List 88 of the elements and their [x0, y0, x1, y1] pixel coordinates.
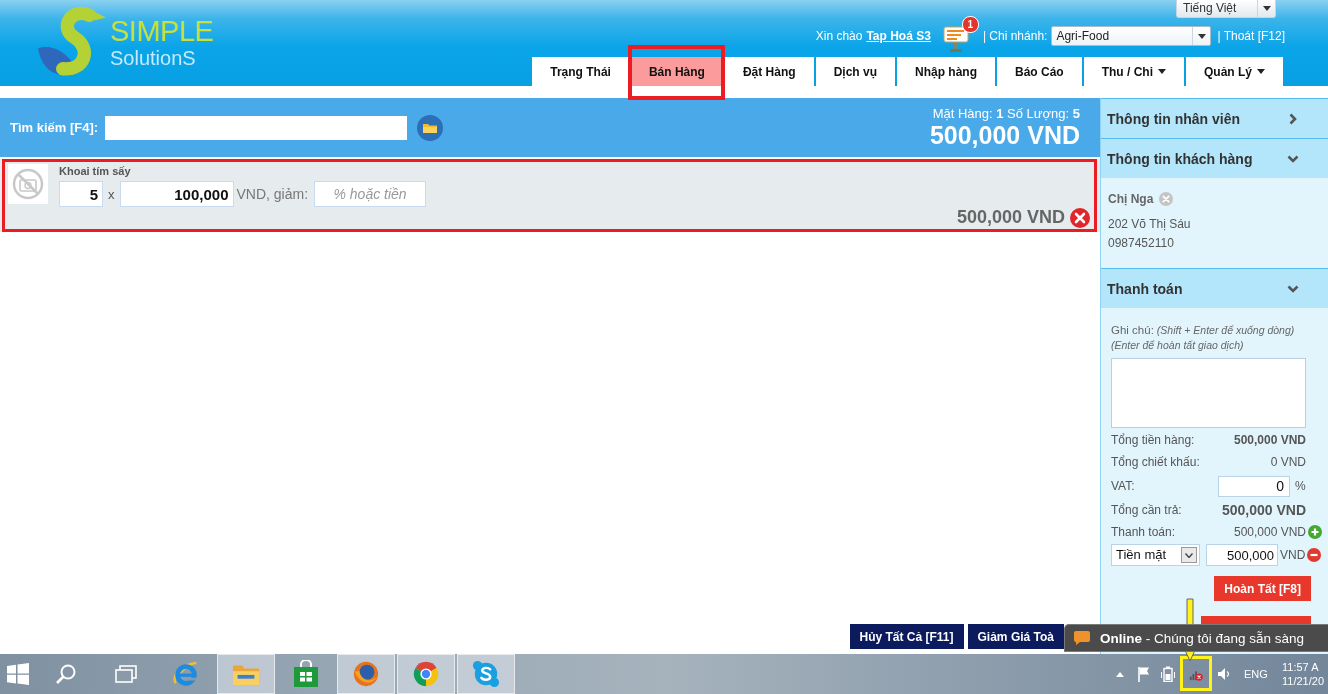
- logo-subtitle: SolutionS: [110, 46, 197, 69]
- flag-icon[interactable]: [1137, 666, 1151, 682]
- note-field[interactable]: [1111, 358, 1306, 428]
- summary-value: 500,000 VND: [1233, 433, 1306, 447]
- panel-title: Thông tin khách hàng: [1107, 150, 1253, 167]
- summary-label: Tổng cần trả:: [1111, 503, 1182, 517]
- complete-button[interactable]: Hoàn Tất [F8]: [1214, 576, 1311, 601]
- product-name: Khoai tím sấy: [59, 165, 131, 178]
- chat-popup[interactable]: Online - Chúng tôi đang sẵn sàng: [1064, 624, 1328, 652]
- chat-status-text: Online - Chúng tôi đang sẵn sàng: [1100, 630, 1305, 646]
- quantity-field[interactable]: 5: [59, 181, 103, 207]
- nav-tab[interactable]: Nhập hàng: [896, 57, 995, 86]
- clock-date[interactable]: 11/21/20: [1282, 674, 1328, 688]
- discount-label: VND, giảm:: [236, 186, 309, 202]
- nav-tab[interactable]: Quản Lý: [1186, 57, 1283, 86]
- e-logo-icon: [172, 660, 200, 688]
- amount-field[interactable]: 500,000: [1206, 544, 1278, 566]
- customer-address: 202 Võ Thị Sáu: [1108, 216, 1191, 233]
- no-photo-icon: [8, 164, 48, 204]
- greeting-text: Xin chào: [815, 29, 863, 43]
- branch-label: | Chi nhánh:: [982, 29, 1048, 43]
- note-hint: (Shift + Enter để xuống dòng): [1156, 323, 1295, 338]
- speaker-icon[interactable]: [1217, 666, 1231, 682]
- add-icon[interactable]: [1308, 525, 1322, 539]
- note-label: Ghi chú:: [1111, 323, 1154, 338]
- panel-title: Thông tin nhân viên: [1107, 110, 1240, 127]
- summary-value: 500,000 VND: [1233, 525, 1306, 539]
- nav-tab[interactable]: Dịch vụ: [815, 57, 895, 86]
- times-sign: x: [108, 186, 115, 202]
- language-select[interactable]: Tiếng Việt: [1176, 0, 1276, 18]
- order-total: 500,000 VND: [929, 121, 1080, 149]
- four-panes-icon: [7, 663, 29, 685]
- taskbar-button[interactable]: [337, 654, 395, 694]
- taskbar-button[interactable]: [217, 654, 275, 694]
- input-language[interactable]: ENG: [1244, 668, 1278, 680]
- search-icon: [55, 663, 77, 685]
- amount-due: 500,000 VND: [1221, 502, 1306, 518]
- search-field[interactable]: [105, 115, 408, 140]
- customer-phone: 0987452110: [1108, 235, 1174, 252]
- branch-select[interactable]: Agri-Food: [1051, 26, 1212, 46]
- summary-label: Thanh toán:: [1111, 525, 1176, 539]
- payment-method-select[interactable]: Tiền mặt: [1111, 544, 1200, 566]
- nav-tab[interactable]: Thu / Chi: [1083, 57, 1184, 86]
- unit-label: %: [1295, 479, 1306, 493]
- nav-tab[interactable]: Trạng Thái: [532, 57, 629, 86]
- chat-bubble-icon: [1074, 631, 1090, 645]
- fox-globe-icon: [352, 660, 380, 688]
- remove-icon[interactable]: [1307, 548, 1322, 562]
- summary-label: VAT:: [1111, 479, 1135, 493]
- logo-title: SIMPLE: [110, 15, 214, 47]
- item-count-text: Mặt Hàng: 1 Số Lượng: 5: [932, 106, 1080, 121]
- taskbar-button[interactable]: [397, 654, 455, 694]
- summary-label: Tổng chiết khấu:: [1111, 455, 1200, 469]
- notification-badge: 1: [961, 16, 979, 33]
- panel-header[interactable]: Thông tin nhân viên: [1101, 98, 1328, 138]
- nav-tab[interactable]: Bán Hàng: [630, 57, 723, 86]
- nav-tab[interactable]: Đặt Hàng: [724, 57, 814, 86]
- vat-field[interactable]: 0: [1218, 475, 1290, 497]
- line-total: 500,000 VND: [956, 207, 1065, 228]
- battery-icon[interactable]: [1161, 666, 1175, 682]
- task-view-icon: [115, 663, 137, 685]
- price-field[interactable]: 100,000: [119, 181, 234, 207]
- discount-field[interactable]: % hoặc tiền: [314, 181, 427, 207]
- panel-header[interactable]: Thông tin khách hàng: [1101, 138, 1328, 178]
- action-button[interactable]: Hủy Tất Cả [F11]: [849, 624, 964, 649]
- remove-icon[interactable]: [1070, 207, 1090, 228]
- caret-icon: [1197, 33, 1206, 39]
- customer-name: Chị Nga: [1108, 192, 1154, 206]
- summary-label: Tổng tiền hàng:: [1111, 433, 1195, 447]
- segmented-ring-icon: [412, 660, 440, 688]
- clear-icon[interactable]: [1159, 192, 1174, 206]
- note-hint: (Enter để hoàn tất giao dịch): [1111, 338, 1244, 353]
- caret-icon: [1185, 552, 1193, 558]
- taskbar-button[interactable]: [457, 654, 515, 694]
- shopping-bag-icon: [292, 660, 320, 688]
- panel-title: Thanh toán: [1107, 280, 1183, 297]
- caret-icon: [1262, 6, 1271, 11]
- caret-up-icon[interactable]: [1116, 671, 1124, 677]
- nav-tab[interactable]: Báo Cáo: [996, 57, 1082, 86]
- signboard-icon: [942, 24, 969, 52]
- unit-label: VND: [1280, 548, 1306, 562]
- panel-header[interactable]: Thanh toán: [1101, 268, 1328, 308]
- action-button[interactable]: Giảm Giá Toà: [967, 624, 1064, 649]
- folder-icon[interactable]: [417, 114, 444, 141]
- cloud-s-icon: [472, 660, 500, 688]
- search-label: Tìm kiếm [F4]:: [10, 120, 99, 135]
- summary-value: 0 VND: [1270, 455, 1306, 469]
- clock-time[interactable]: 11:57 A: [1282, 660, 1328, 674]
